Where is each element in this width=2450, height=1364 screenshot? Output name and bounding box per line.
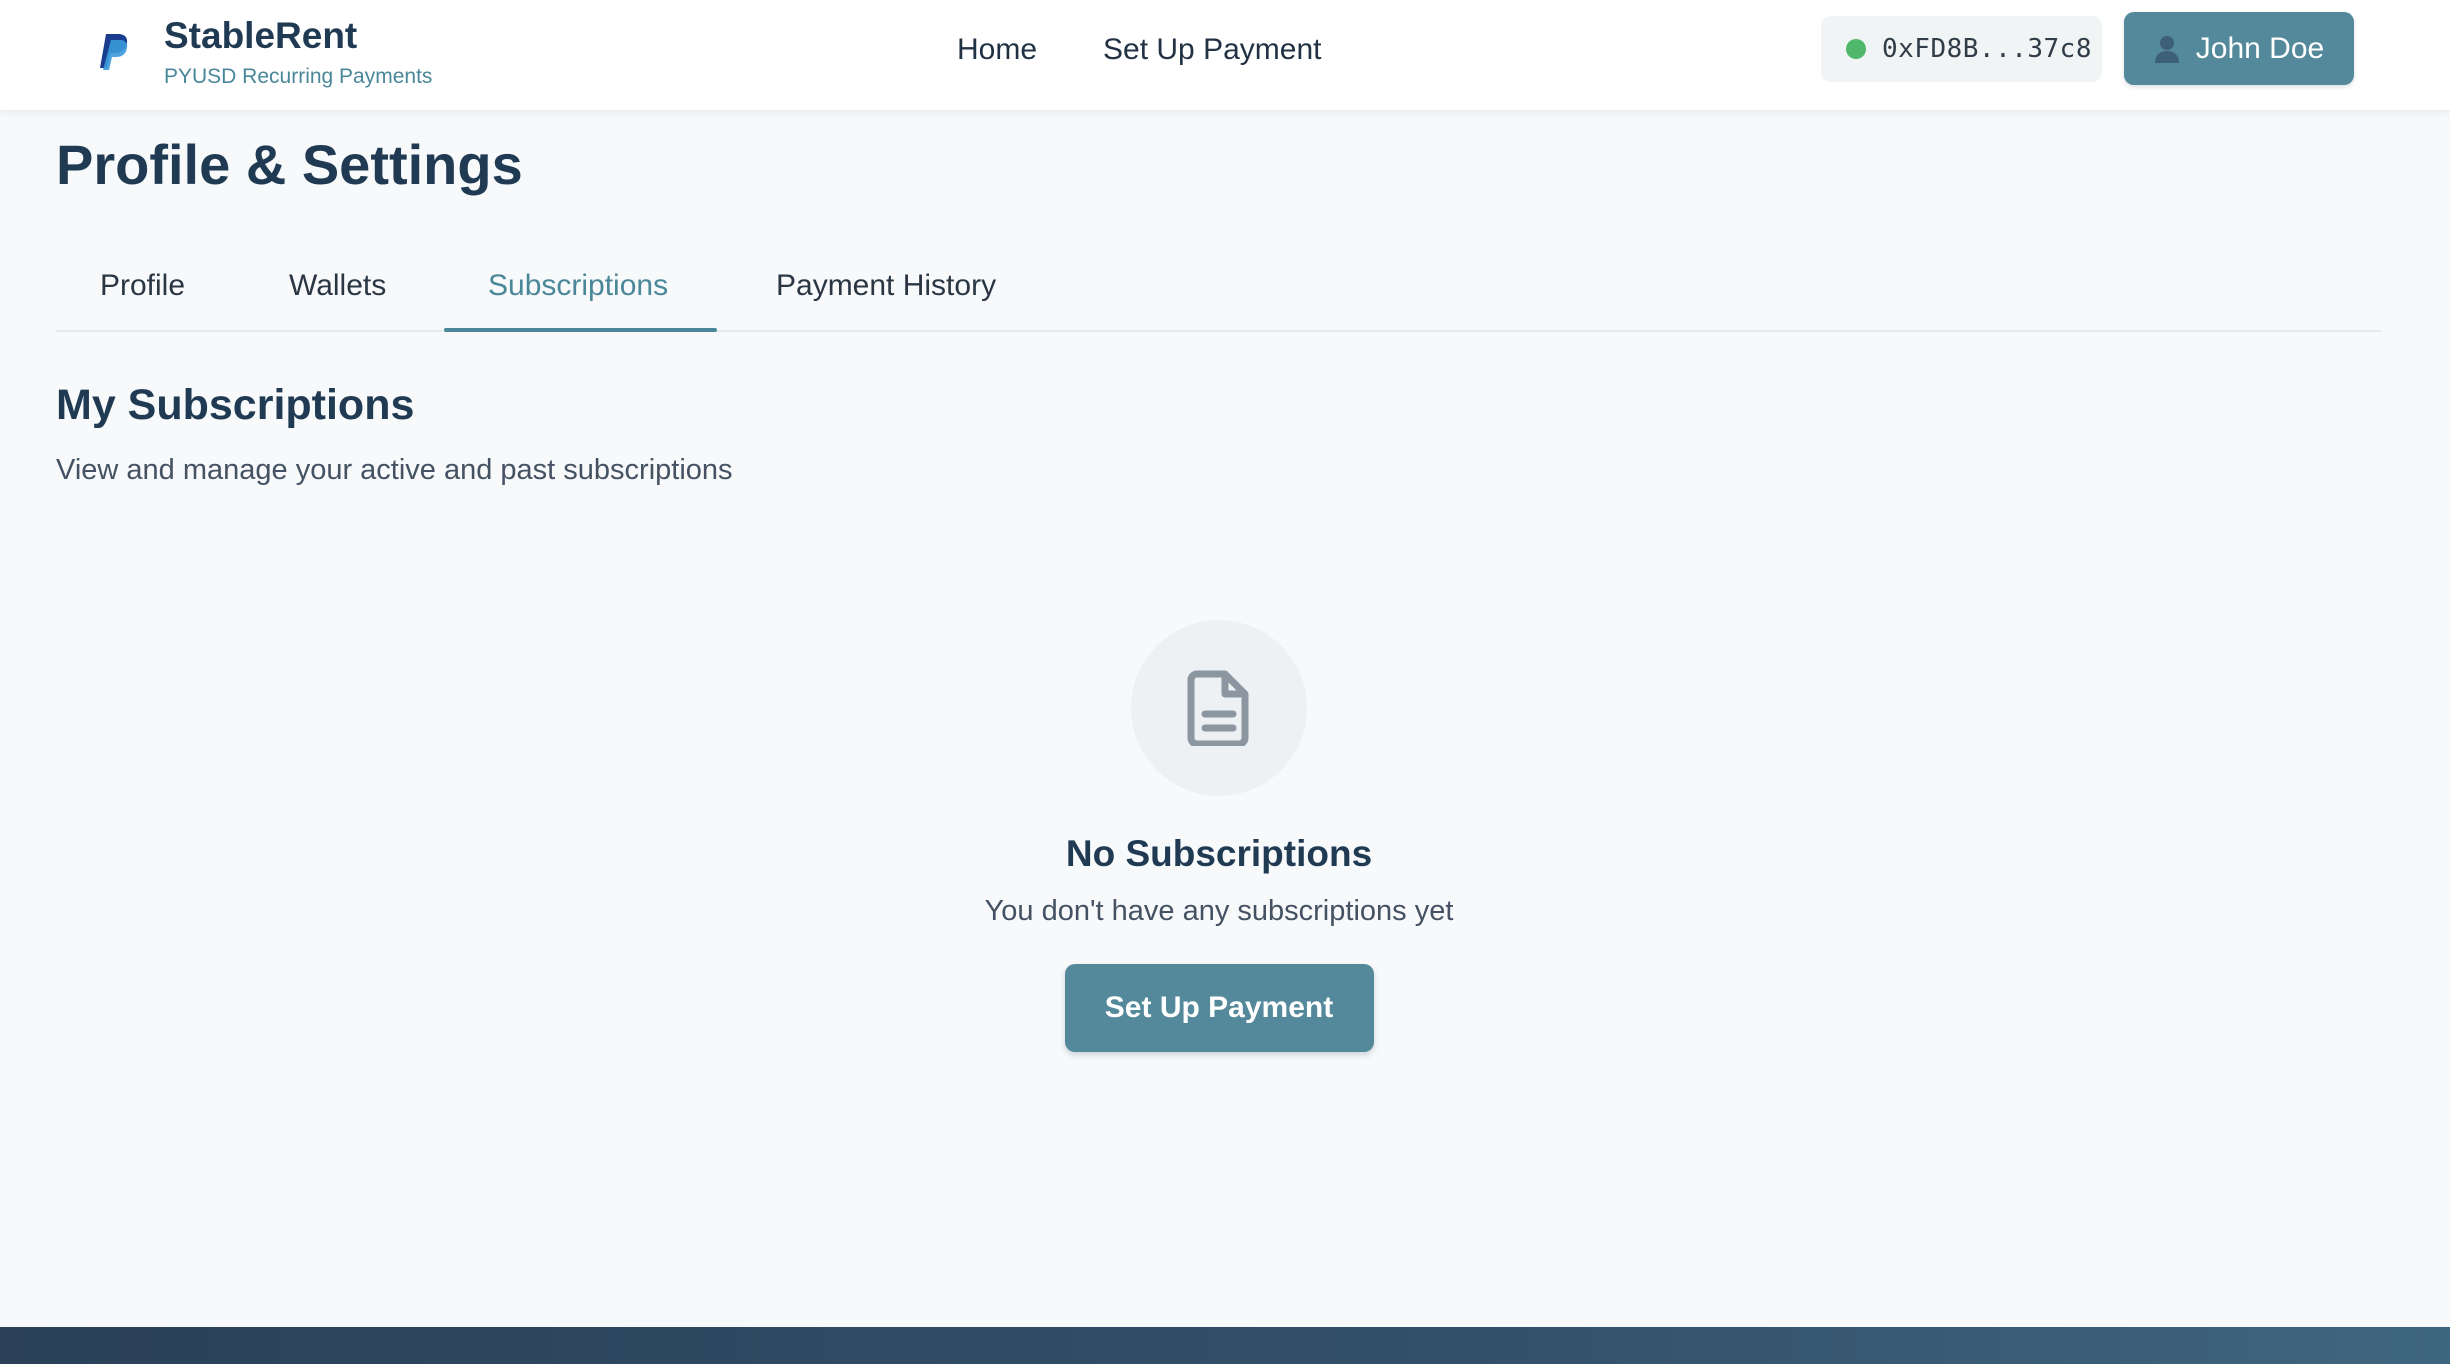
section-subtitle: View and manage your active and past sub… [56, 454, 733, 486]
tab-wallets[interactable]: Wallets [289, 266, 386, 306]
section-title: My Subscriptions [56, 381, 415, 429]
empty-state: No Subscriptions You don't have any subs… [0, 620, 2438, 1052]
empty-state-message: You don't have any subscriptions yet [984, 895, 1454, 927]
settings-tabs: Profile Wallets Subscriptions Payment Hi… [56, 252, 2382, 332]
brand-subtitle: PYUSD Recurring Payments [164, 65, 433, 88]
top-navbar: StableRent PYUSD Recurring Payments Home… [0, 0, 2450, 111]
main-nav: Home Set Up Payment [957, 30, 1387, 70]
empty-state-title: No Subscriptions [1065, 833, 1373, 874]
empty-state-icon-circle [1131, 620, 1307, 796]
active-tab-indicator [444, 328, 717, 332]
brand[interactable]: StableRent PYUSD Recurring Payments [97, 14, 432, 91]
nav-home[interactable]: Home [957, 30, 1037, 70]
wallet-address-chip[interactable]: 0xFD8B...37c8 [1821, 16, 2102, 82]
set-up-payment-button[interactable]: Set Up Payment [1064, 964, 1374, 1052]
brand-name: StableRent [164, 15, 358, 56]
connected-status-dot [1846, 39, 1866, 59]
footer [0, 1327, 2450, 1364]
tab-profile[interactable]: Profile [100, 266, 185, 306]
wallet-address: 0xFD8B...37c8 [1882, 34, 2092, 64]
user-icon [2154, 35, 2179, 63]
page-title: Profile & Settings [56, 133, 523, 196]
user-menu-button[interactable]: John Doe [2124, 12, 2354, 85]
tab-payment-history[interactable]: Payment History [776, 266, 996, 306]
user-name: John Doe [2195, 31, 2325, 65]
nav-set-up-payment[interactable]: Set Up Payment [1103, 30, 1321, 70]
tab-subscriptions[interactable]: Subscriptions [488, 266, 668, 306]
document-icon [1187, 670, 1249, 746]
paypal-logo-icon [100, 34, 128, 70]
